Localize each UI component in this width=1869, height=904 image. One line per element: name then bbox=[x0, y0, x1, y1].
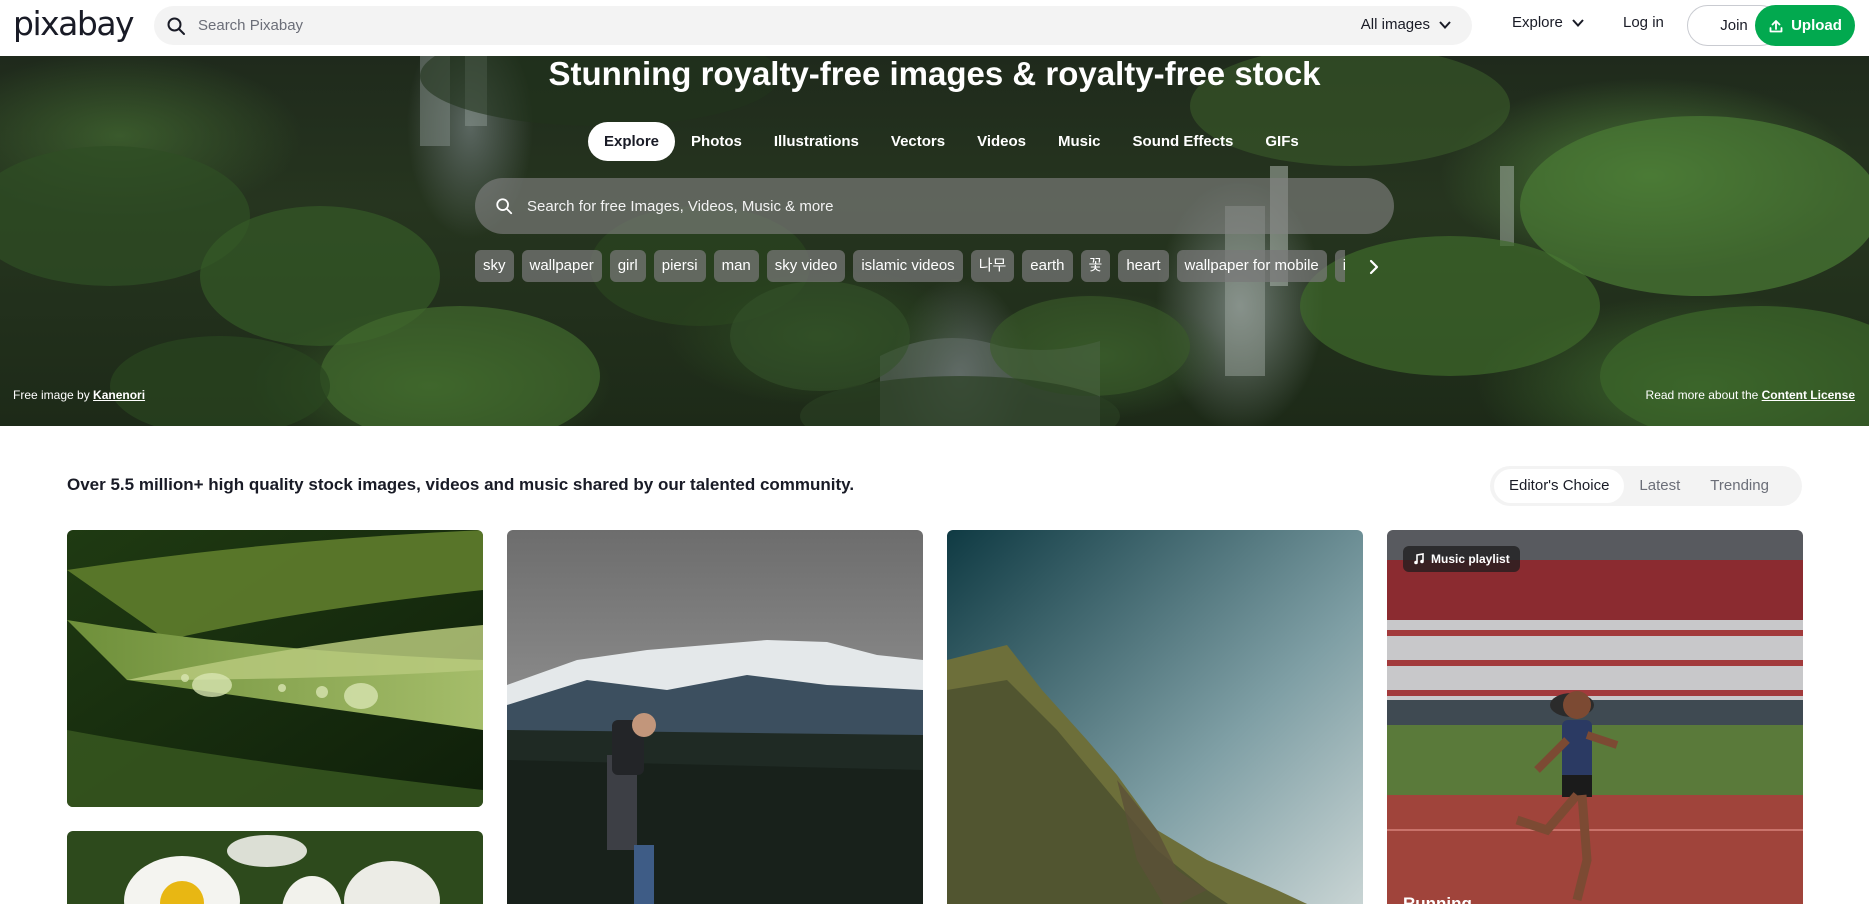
tag-chip[interactable]: girl bbox=[609, 250, 646, 282]
filter-editor-s-choice[interactable]: Editor's Choice bbox=[1494, 469, 1625, 503]
media-type-label: All images bbox=[1360, 16, 1430, 33]
hero-tab-videos[interactable]: Videos bbox=[961, 122, 1042, 161]
tag-chip[interactable]: piersi bbox=[653, 250, 706, 282]
hero-banner: Stunning royalty-free images & royalty-f… bbox=[0, 56, 1869, 426]
hero-tab-illustrations[interactable]: Illustrations bbox=[758, 122, 875, 161]
music-playlist-card[interactable]: Music playlist Running bbox=[1387, 530, 1803, 904]
filter-latest[interactable]: Latest bbox=[1624, 469, 1695, 503]
music-playlist-badge: Music playlist bbox=[1403, 546, 1520, 572]
running-track-image bbox=[1387, 530, 1803, 904]
hero-tab-gifs[interactable]: GIFs bbox=[1249, 122, 1314, 161]
upload-label: Upload bbox=[1791, 17, 1842, 34]
explore-menu[interactable]: Explore bbox=[1512, 14, 1585, 31]
tag-chip[interactable]: islamic videos bbox=[853, 250, 963, 282]
credit-author-link[interactable]: Kanenori bbox=[93, 388, 145, 402]
music-note-icon bbox=[1414, 553, 1424, 565]
image-card[interactable] bbox=[947, 530, 1363, 904]
hero-tab-photos[interactable]: Photos bbox=[675, 122, 758, 161]
top-search-bar[interactable]: Search Pixabay All images bbox=[154, 6, 1472, 45]
tag-chip[interactable]: wallpaper for mobile bbox=[1176, 250, 1327, 282]
image-card[interactable] bbox=[507, 530, 923, 904]
music-playlist-label: Music playlist bbox=[1431, 552, 1510, 566]
tag-chip[interactable]: sky video bbox=[766, 250, 846, 282]
tag-chip[interactable]: heart bbox=[1118, 250, 1169, 282]
chevron-right-icon[interactable] bbox=[1363, 256, 1385, 278]
image-card[interactable] bbox=[67, 831, 483, 904]
login-link[interactable]: Log in bbox=[1623, 14, 1664, 31]
chevron-down-icon bbox=[1572, 18, 1584, 27]
image-credit: Free image by Kanenori bbox=[13, 388, 145, 402]
hero-tab-music[interactable]: Music bbox=[1042, 122, 1117, 161]
search-icon bbox=[167, 17, 185, 35]
license-prefix: Read more about the bbox=[1645, 388, 1759, 402]
pixabay-logo[interactable]: pixabay bbox=[13, 4, 135, 44]
hero-tab-vectors[interactable]: Vectors bbox=[875, 122, 961, 161]
hero-search-placeholder[interactable]: Search for free Images, Videos, Music & … bbox=[527, 198, 834, 215]
leaf-droplets-image bbox=[67, 530, 483, 807]
tag-chip[interactable]: wallpaper bbox=[521, 250, 602, 282]
tag-chip[interactable]: earth bbox=[1022, 250, 1073, 282]
tag-chip[interactable]: ig bbox=[1334, 250, 1345, 282]
explore-label: Explore bbox=[1512, 14, 1563, 31]
top-search-placeholder[interactable]: Search Pixabay bbox=[198, 17, 1472, 34]
sort-filter: Editor's Choice Latest Trending bbox=[1490, 466, 1802, 506]
credit-prefix: Free image by bbox=[13, 388, 90, 402]
tag-chip[interactable]: man bbox=[713, 250, 759, 282]
tag-chip[interactable]: sky bbox=[475, 250, 514, 282]
content-license-link[interactable]: Content License bbox=[1762, 388, 1855, 402]
join-label: Join bbox=[1720, 17, 1748, 34]
tag-chip[interactable]: 나무 bbox=[970, 250, 1015, 282]
mountain-hiker-image bbox=[507, 530, 923, 904]
hero-title: Stunning royalty-free images & royalty-f… bbox=[548, 56, 1321, 92]
filter-trending[interactable]: Trending bbox=[1695, 469, 1784, 503]
hero-background-image bbox=[0, 56, 1869, 426]
daisies-image bbox=[67, 831, 483, 904]
community-lead-text: Over 5.5 million+ high quality stock ima… bbox=[67, 475, 855, 494]
upload-icon bbox=[1769, 19, 1783, 32]
playlist-title: Running bbox=[1403, 894, 1472, 904]
media-type-dropdown[interactable]: All images bbox=[1361, 16, 1452, 33]
license-note: Read more about the Content License bbox=[1646, 388, 1855, 402]
search-icon bbox=[496, 198, 513, 215]
trending-tags: sky wallpaper girl piersi man sky video islami… bbox=[475, 250, 1345, 282]
hero-tab-sound-effects[interactable]: Sound Effects bbox=[1117, 122, 1250, 161]
cliff-sky-image bbox=[947, 530, 1363, 904]
top-navbar: pixabay Search Pixabay All images Explor… bbox=[0, 0, 1869, 56]
hero-search-bar[interactable]: Search for free Images, Videos, Music & … bbox=[475, 178, 1394, 234]
tag-chip[interactable]: 꽃 bbox=[1080, 250, 1111, 282]
chevron-down-icon bbox=[1439, 20, 1451, 29]
upload-button[interactable]: Upload bbox=[1755, 5, 1855, 46]
hero-tab-explore[interactable]: Explore bbox=[588, 122, 676, 161]
hero-tabs: Explore Photos Illustrations Vectors Videos M… bbox=[588, 122, 1315, 161]
image-card[interactable] bbox=[67, 530, 483, 807]
